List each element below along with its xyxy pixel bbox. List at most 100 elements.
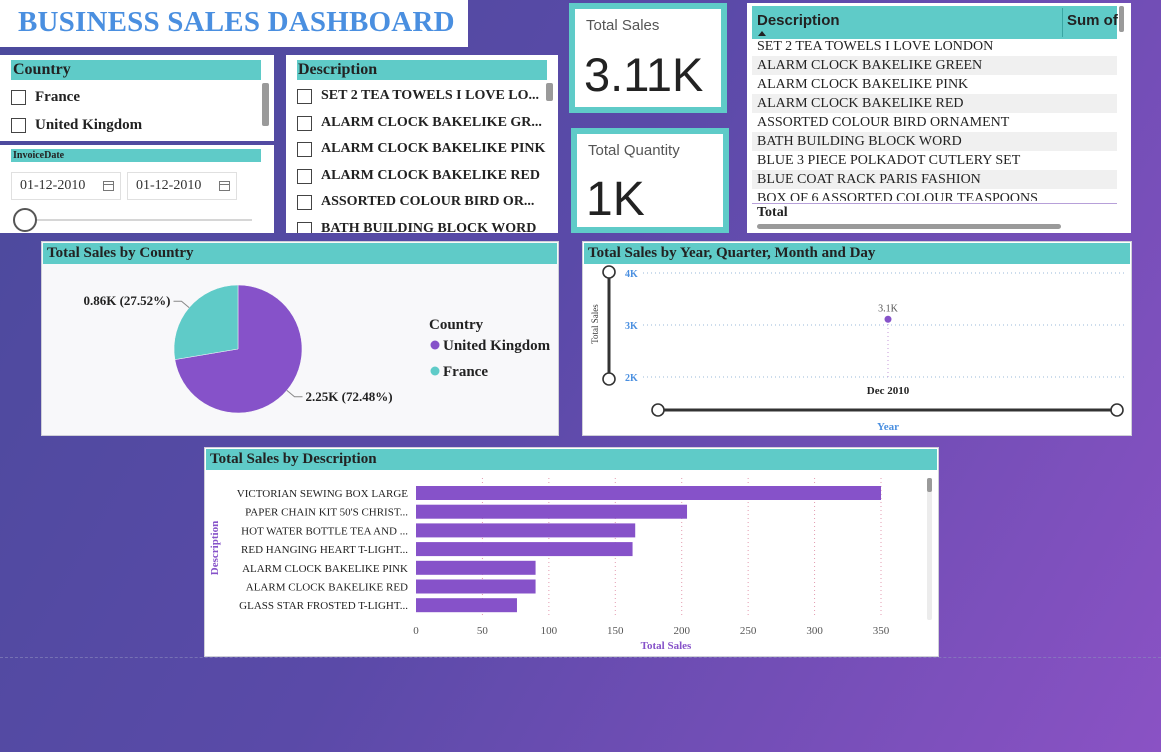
sales-by-country-chart: Total Sales by Country 2.25K (72.48%) 0.8… [41,241,559,436]
category-label: RED HANGING HEART T-LIGHT... [241,544,408,556]
start-date-value: 01-12-2010 [20,178,86,193]
bar [416,504,688,519]
chart-title: Total Sales by Description [206,449,937,470]
x-tick-label: 250 [740,625,757,637]
legend-marker [430,340,440,350]
checkbox-icon[interactable] [297,221,312,233]
category-label: ALARM CLOCK BAKELIKE PINK [242,563,408,575]
checkbox-icon[interactable] [297,88,312,104]
table-row: SET 2 TEA TOWELS I LOVE LONDON [757,39,994,54]
invoice-date-title: InvoiceDate [11,149,261,162]
pie-data-label: 2.25K (72.48%) [306,389,393,404]
checkbox-icon[interactable] [297,194,312,210]
country-option-label: United Kingdom [35,116,143,133]
sales-by-date-chart: Total Sales by Year, Quarter, Month and … [582,241,1132,436]
table-row: ASSORTED COLOUR BIRD ORNAMENT [757,115,1010,130]
invoice-date-slicer: InvoiceDate 01-12-2010 01-12-2010 [0,145,274,233]
table-row: BATH BUILDING BLOCK WORD [752,132,1117,151]
dashboard-title-card: BUSINESS SALES DASHBOARD [0,0,468,47]
y-tick-label: 4K [625,269,638,280]
checkbox-icon[interactable] [297,141,312,157]
start-date-input[interactable]: 01-12-2010 [11,172,121,200]
x-tick-label: 0 [413,625,419,637]
table-total-row: Total [752,203,1117,223]
sales-by-description-chart: Total Sales by Description 0 50 100 150 200 2… [204,447,939,657]
end-date-value: 01-12-2010 [136,178,202,193]
bar [416,598,517,613]
x-tick-label: 100 [541,625,558,637]
y-tick-label: 2K [625,373,638,384]
bar [416,523,636,538]
category-label: HOT WATER BOTTLE TEA AND ... [241,525,408,537]
table-row: ALARM CLOCK BAKELIKE PINK [757,77,969,92]
bar [416,560,536,575]
description-option-label: ALARM CLOCK BAKELIKE PINK [321,141,546,156]
country-option-france[interactable]: France [11,86,80,108]
table-row: BLUE COAT RACK PARIS FASHION [752,170,1117,189]
category-label: ALARM CLOCK BAKELIKE RED [246,582,408,594]
x-tick-label: 150 [607,625,624,637]
description-slicer-scrollbar[interactable] [546,83,553,101]
x-axis-slider-handle-left [651,403,665,417]
bar-chart-canvas: 0 50 100 150 200 250 300 350 VICTORIAN SEWING BO… [209,478,932,652]
checkbox-icon[interactable] [11,117,26,133]
end-date-input[interactable]: 01-12-2010 [127,172,237,200]
y-axis-title: Total Sales [590,304,600,344]
country-slicer: Country France United Kingdom [0,55,274,141]
x-axis-title: Total Sales [641,640,692,652]
calendar-icon[interactable] [219,181,230,191]
checkbox-icon[interactable] [297,115,312,131]
bar [416,486,881,500]
pie-data-label: 0.86K (27.52%) [83,293,170,308]
description-table: Description Sum of SET 2 TEA TOWELS I LO… [747,3,1131,233]
chart-scrollbar-track [927,478,932,620]
description-slicer-title: Description [297,60,547,80]
country-slicer-title: Country [11,60,261,80]
table-vertical-scrollbar[interactable] [1119,6,1124,32]
calendar-icon[interactable] [103,181,114,191]
column-header-sum[interactable]: Sum of [1067,12,1118,29]
description-option[interactable]: ALARM CLOCK BAKELIKE PINK [297,138,545,160]
description-option-label: BATH BUILDING BLOCK WORD [321,221,537,233]
total-sales-label: Total Sales [586,17,660,34]
y-axis-title: Description [209,521,221,575]
checkbox-icon[interactable] [11,89,26,105]
x-axis-title: Year [877,421,899,433]
sort-ascending-icon[interactable] [758,31,766,36]
date-range-slider-track[interactable] [20,219,252,221]
bar [416,542,633,557]
table-row: BLUE 3 PIECE POLKADOT CUTLERY SET [757,153,1021,168]
total-quantity-card: Total Quantity 1K [571,128,729,233]
chart-title: Total Sales by Year, Quarter, Month and … [584,243,1130,264]
checkbox-icon[interactable] [297,168,312,184]
description-option-label: ALARM CLOCK BAKELIKE GR... [321,115,542,130]
description-option[interactable]: ALARM CLOCK BAKELIKE GR... [297,112,542,134]
date-range-slider-handle[interactable] [13,208,37,232]
y-axis-slider-handle-bottom [602,372,616,386]
description-option[interactable]: ALARM CLOCK BAKELIKE RED [297,165,540,187]
table-row: ALARM CLOCK BAKELIKE GREEN [752,56,1117,75]
y-axis-slider-handle-top [602,265,616,279]
description-option[interactable]: BATH BUILDING BLOCK WORD [297,218,536,233]
country-option-label: France [35,88,80,105]
pie-leader-line [286,389,303,398]
data-point [884,315,892,323]
date-chart-canvas: Total Sales 2K 3K 4K 3.1K Dec 2010 Year [590,265,1124,433]
x-tick-label: Dec 2010 [867,385,910,397]
x-tick-label: 300 [806,625,823,637]
legend-marker [430,366,440,376]
category-label: VICTORIAN SEWING BOX LARGE [237,488,408,500]
x-tick-label: 200 [673,625,690,637]
country-option-united-kingdom[interactable]: United Kingdom [11,114,142,136]
x-tick-label: 50 [477,625,489,637]
column-header-description[interactable]: Description [757,12,840,29]
pie-slice-france [173,284,239,360]
country-slicer-scrollbar[interactable] [262,83,269,126]
table-row: BOX OF 6 ASSORTED COLOUR TEASPOONS [757,191,1038,201]
table-header: Description Sum of [752,6,1118,39]
description-option[interactable]: ASSORTED COLOUR BIRD OR... [297,191,534,213]
pie-leader-line [173,300,190,309]
description-option-label: ASSORTED COLOUR BIRD OR... [321,194,535,209]
table-horizontal-scrollbar[interactable] [757,224,1061,229]
description-option[interactable]: SET 2 TEA TOWELS I LOVE LO... [297,85,539,107]
